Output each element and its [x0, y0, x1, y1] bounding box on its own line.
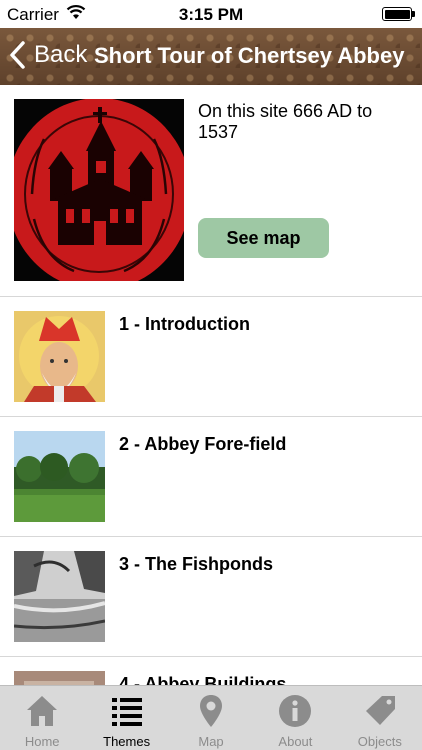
abbey-seal-image	[14, 99, 184, 281]
home-icon	[27, 696, 58, 726]
map-pin-icon	[200, 695, 223, 727]
saint-icon-image	[14, 311, 105, 402]
stop-list: 1 - Introduction 2 - Abbey Fore-field 3 …	[0, 297, 422, 750]
tab-label: Objects	[357, 734, 402, 749]
tag-icon	[365, 696, 395, 725]
tab-label: Map	[198, 734, 224, 749]
navigation-bar: Back Short Tour of Chertsey Abbey	[0, 28, 422, 85]
tab-themes[interactable]: Themes	[84, 686, 168, 750]
info-icon	[279, 695, 312, 727]
tab-objects[interactable]: Objects	[338, 686, 422, 750]
list-item[interactable]: 1 - Introduction	[0, 297, 422, 417]
tab-map[interactable]: Map	[169, 686, 253, 750]
list-item-label: 3 - The Fishponds	[119, 554, 274, 574]
status-bar: Carrier 3:15 PM	[0, 0, 422, 28]
tab-bar: Home Themes Map About Objects	[0, 685, 422, 750]
tab-home[interactable]: Home	[0, 686, 84, 750]
back-label: Back	[34, 41, 88, 68]
see-map-button[interactable]: See map	[198, 218, 329, 258]
list-icon	[111, 698, 142, 726]
tour-dates: On this site 666 AD to 1537	[198, 101, 373, 142]
tab-label: About	[278, 734, 313, 749]
field-photo	[14, 431, 105, 522]
back-button[interactable]: Back	[8, 40, 87, 70]
tab-label: Themes	[103, 734, 151, 749]
fishponds-photo	[14, 551, 105, 642]
tour-header: On this site 666 AD to 1537 See map	[0, 85, 422, 297]
battery-icon	[382, 7, 415, 21]
clock: 3:15 PM	[178, 5, 244, 24]
list-item[interactable]: 2 - Abbey Fore-field	[0, 417, 422, 537]
chevron-left-icon	[10, 41, 25, 69]
list-item[interactable]: 3 - The Fishponds	[0, 537, 422, 657]
tab-about[interactable]: About	[253, 686, 337, 750]
list-item-label: 2 - Abbey Fore-field	[119, 434, 287, 454]
page-title: Short Tour of Chertsey Abbey	[94, 43, 405, 68]
list-item-label: 1 - Introduction	[119, 314, 250, 334]
tab-label: Home	[24, 734, 60, 749]
